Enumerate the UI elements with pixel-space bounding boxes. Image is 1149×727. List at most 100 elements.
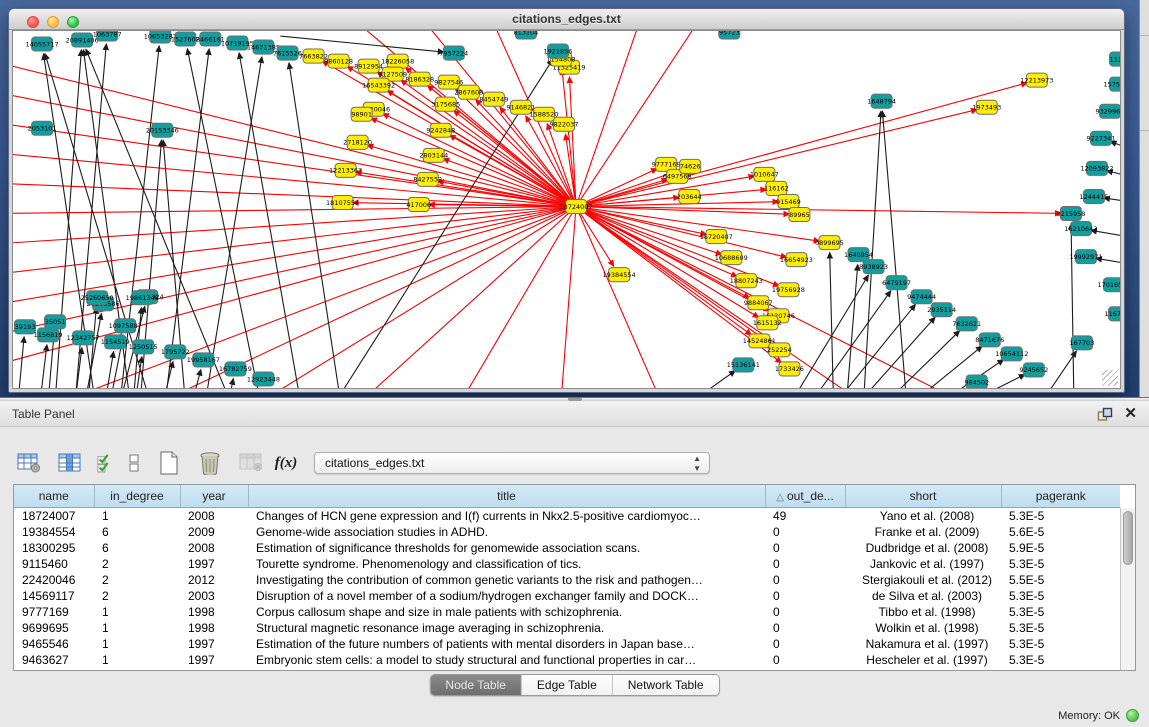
column-header-title[interactable]: title bbox=[248, 485, 765, 507]
graph-node-label: 9245652 bbox=[1019, 366, 1048, 374]
graph-node-label: 20153346 bbox=[146, 127, 179, 135]
graph-node-label: 1795722 bbox=[161, 348, 190, 356]
delete-column-icon-disabled bbox=[236, 449, 266, 477]
table-toolbar: f(x) citations_edges.txt ▲▼ bbox=[14, 448, 710, 478]
graph-node-label: 252254 bbox=[767, 346, 792, 354]
graph-node-label: 12093822 bbox=[1080, 165, 1113, 173]
graph-node-label: 18807243 bbox=[730, 277, 763, 285]
column-header-pagerank[interactable]: pagerank bbox=[1001, 485, 1120, 507]
graph-node-label: 25260650 bbox=[81, 294, 114, 302]
graph-node-label: 9474444 bbox=[907, 293, 936, 301]
graph-node-label: 203644 bbox=[677, 193, 702, 201]
function-builder-icon[interactable]: f(x) bbox=[277, 449, 295, 477]
table-column-icon[interactable] bbox=[55, 449, 85, 477]
tab-node-table[interactable]: Node Table bbox=[430, 675, 522, 695]
graph-node-label: 18226058 bbox=[381, 57, 414, 65]
table-panel-header: Table Panel ✕ bbox=[0, 401, 1149, 427]
graph-node-label: 1640954 bbox=[844, 251, 873, 259]
graph-node-label: 95723 bbox=[719, 31, 740, 36]
table-scrollbar[interactable] bbox=[1120, 508, 1135, 670]
graph-node-label: 10975887 bbox=[109, 322, 142, 330]
table-row[interactable]: 1830029562008Estimation of significance … bbox=[14, 540, 1120, 556]
network-canvas[interactable]: 1872400776638229860128891295418226058912… bbox=[12, 30, 1121, 389]
graph-node-label: 7632621 bbox=[952, 320, 981, 328]
graph-node-label: 16782759 bbox=[219, 365, 252, 373]
table-row[interactable]: 977716911998Corpus callosum shape and si… bbox=[14, 604, 1120, 620]
table-row[interactable]: 2242004622012Investigating the contribut… bbox=[14, 572, 1120, 588]
fx-label: f(x) bbox=[275, 455, 298, 472]
column-header-out_de[interactable]: △out_de... bbox=[765, 485, 845, 507]
table-row[interactable]: 911546021997Tourette syndrome. Phenomeno… bbox=[14, 556, 1120, 572]
table-row[interactable]: 1938455462009Genome-wide association stu… bbox=[14, 524, 1120, 540]
table-row[interactable]: 946554611997Estimation of the future num… bbox=[14, 636, 1120, 652]
graph-node-label: 12923448 bbox=[247, 375, 280, 383]
column-header-short[interactable]: short bbox=[845, 485, 1001, 507]
graph-node-label: 1973493 bbox=[972, 104, 1001, 112]
graph-node-label: 12213973 bbox=[1020, 76, 1053, 84]
table-row[interactable]: 969969511998Structural magnetic resonanc… bbox=[14, 620, 1120, 636]
table-row[interactable]: 1872400712008Changes of HCN gene express… bbox=[14, 507, 1120, 524]
node-table: namein_degreeyeartitle△out_de...shortpag… bbox=[14, 485, 1120, 668]
memory-status-label: Memory: OK bbox=[1058, 710, 1120, 722]
graph-node-label: 15720407 bbox=[700, 233, 733, 241]
graph-node-label: 17016504 bbox=[1097, 281, 1120, 289]
tab-network-table[interactable]: Network Table bbox=[613, 675, 719, 695]
graph-node-label: 1250515 bbox=[129, 343, 158, 351]
graph-node-label: 89965 bbox=[789, 211, 810, 219]
graph-node-label: 2935114 bbox=[927, 306, 956, 314]
graph-node-label: 7615526 bbox=[273, 49, 302, 57]
table-select-value: citations_edges.txt bbox=[325, 453, 424, 474]
graph-node-label: 9777169 bbox=[652, 161, 681, 169]
graph-node-label: 984502 bbox=[964, 378, 989, 386]
graph-node-label: 1010647 bbox=[750, 171, 779, 179]
table-scrollbar-thumb[interactable] bbox=[1123, 511, 1133, 565]
graph-node-label: 19861348 bbox=[126, 294, 159, 302]
memory-status-indicator[interactable] bbox=[1126, 709, 1139, 722]
graph-node-label: 16210643 bbox=[1064, 225, 1097, 233]
select-rows-icon[interactable] bbox=[96, 449, 114, 477]
table-select-dropdown[interactable]: citations_edges.txt ▲▼ bbox=[314, 452, 710, 474]
graph-node-label: 11173 bbox=[1110, 55, 1120, 63]
graph-node-label: 116162 bbox=[764, 185, 789, 193]
merge-rows-icon[interactable] bbox=[125, 449, 143, 477]
graph-node-label: 167703 bbox=[1070, 339, 1095, 347]
graph-node-label: 9242848 bbox=[426, 127, 455, 135]
graph-node-label: 6479197 bbox=[882, 279, 911, 287]
graph-node-label: 39193 bbox=[15, 323, 36, 331]
graph-node-label: 1648794 bbox=[867, 98, 896, 106]
table-panel: Table Panel ✕ bbox=[0, 401, 1149, 727]
new-file-icon[interactable] bbox=[154, 449, 184, 477]
graph-node-label: 16543392 bbox=[362, 81, 395, 89]
graph-node-label: 1244415 bbox=[1079, 193, 1108, 201]
column-header-year[interactable]: year bbox=[180, 485, 248, 507]
graph-node-label: 9884067 bbox=[744, 299, 773, 307]
resize-grip[interactable] bbox=[1102, 370, 1118, 386]
table-settings-icon[interactable] bbox=[14, 449, 44, 477]
graph-node-label: 74626 bbox=[680, 163, 701, 171]
graph-node-label: 9127509 bbox=[378, 70, 407, 78]
graph-node-label: 417006 bbox=[406, 201, 431, 209]
table-row[interactable]: 1456911722003Disruption of a novel membe… bbox=[14, 588, 1120, 604]
network-window[interactable]: citations_edges.txt 18724007766382298601… bbox=[8, 8, 1125, 393]
graph-node-label: 813104 bbox=[514, 31, 539, 36]
graph-node-label: 0899695 bbox=[815, 239, 844, 247]
citation-graph[interactable]: 1872400776638229860128891295418226058912… bbox=[13, 31, 1120, 388]
graph-node-label: 19958167 bbox=[187, 356, 220, 364]
delete-table-icon[interactable] bbox=[195, 449, 225, 477]
column-header-name[interactable]: name bbox=[14, 485, 94, 507]
graph-node-label: 8938923 bbox=[859, 263, 888, 271]
graph-node-label: 1063787 bbox=[93, 31, 122, 38]
table-panel-title: Table Panel bbox=[12, 401, 75, 427]
graph-node-label: 8454749 bbox=[479, 95, 508, 103]
close-panel-icon[interactable]: ✕ bbox=[1124, 404, 1137, 422]
graph-node-label: 18724007 bbox=[559, 203, 592, 211]
float-panel-icon[interactable] bbox=[1097, 407, 1113, 422]
graph-node-label: 14055717 bbox=[26, 40, 59, 48]
graph-node-label: 1733426 bbox=[775, 365, 804, 373]
column-header-in_degree[interactable]: in_degree bbox=[94, 485, 180, 507]
tab-edge-table[interactable]: Edge Table bbox=[522, 675, 613, 695]
graph-node-label: 7957224 bbox=[439, 49, 468, 57]
table-row[interactable]: 946362711997Embryonic stem cells: a mode… bbox=[14, 652, 1120, 668]
window-titlebar[interactable]: citations_edges.txt bbox=[9, 9, 1124, 30]
graph-node-label: 6497568 bbox=[663, 173, 692, 181]
